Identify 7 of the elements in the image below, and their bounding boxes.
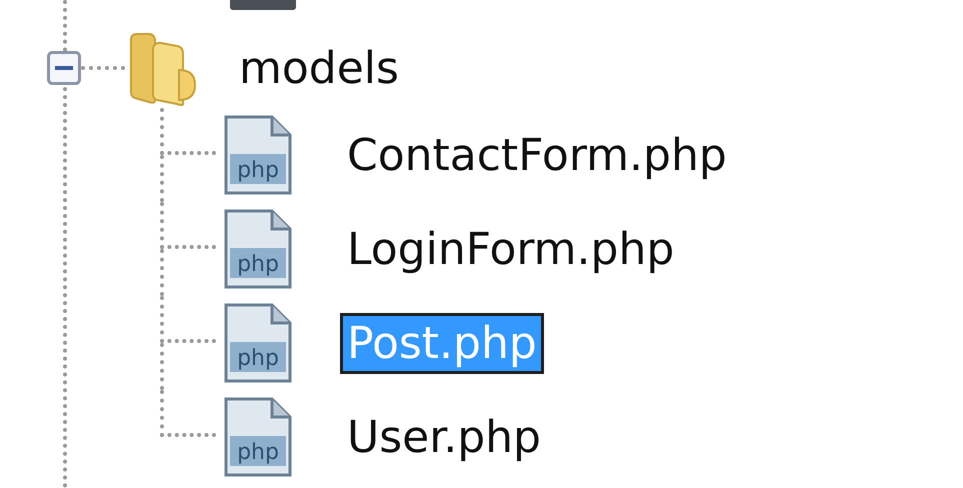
- folder-icon: [127, 30, 199, 106]
- folder-label[interactable]: models: [239, 42, 399, 94]
- file-label[interactable]: LoginForm.php: [340, 218, 682, 280]
- file-label[interactable]: User.php: [340, 406, 548, 468]
- file-label[interactable]: ContactForm.php: [340, 124, 734, 186]
- cut-off-icon: [230, 0, 296, 10]
- collapse-toggle[interactable]: [47, 51, 81, 85]
